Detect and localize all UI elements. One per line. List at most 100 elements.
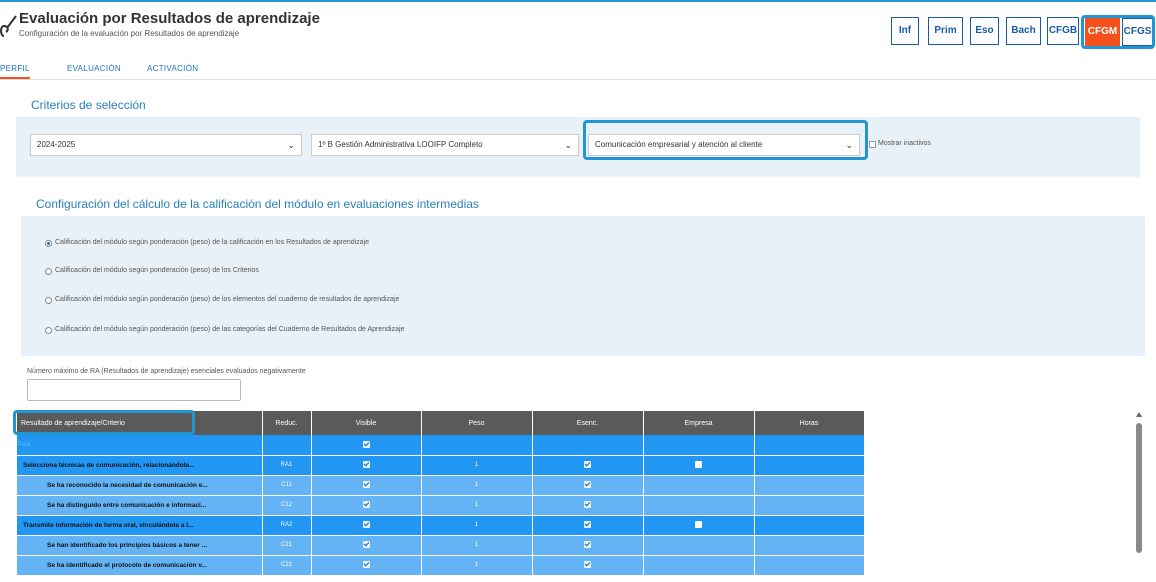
table-row[interactable]: Selecciona técnicas de comunicación, rel… <box>17 455 864 476</box>
table-row[interactable]: Se ha reconocido la necesidad de comunic… <box>17 475 864 496</box>
row-reduc: C22 <box>262 555 312 576</box>
option-ra-label: Calificación del módulo según ponderació… <box>55 239 370 246</box>
row-reduc: RA2 <box>262 515 312 536</box>
visible-cell <box>311 535 422 556</box>
esenc-checkbox[interactable] <box>584 521 591 529</box>
row-name: Se ha identificado el protocolo de comun… <box>17 555 263 576</box>
table-row[interactable]: Se ha distinguido entre comunicación e i… <box>17 495 864 516</box>
year-select[interactable]: 2024-2025 ⌄ <box>30 134 302 156</box>
stage-inf-button[interactable]: Inf <box>891 17 919 45</box>
row-horas[interactable] <box>754 515 864 536</box>
row-peso[interactable] <box>421 435 533 456</box>
row-name: Total <box>17 435 263 456</box>
group-select-value: 1º B Gestión Administrativa LOOIFP Compl… <box>318 140 483 149</box>
scroll-up-icon[interactable] <box>1136 412 1142 417</box>
esenc-checkbox[interactable] <box>584 461 591 469</box>
row-reduc <box>262 435 312 456</box>
max-negative-label: Número máximo de RA (Resultados de apren… <box>27 368 306 375</box>
header-peso[interactable]: Peso <box>421 411 533 435</box>
visible-cell <box>311 435 422 456</box>
visible-checkbox[interactable] <box>362 501 370 509</box>
visible-checkbox[interactable] <box>362 521 370 529</box>
stage-selection-highlight <box>1081 15 1155 49</box>
row-peso[interactable]: 1 <box>421 455 533 476</box>
criteria-title: Criterios de selección <box>31 98 146 112</box>
max-negative-input[interactable] <box>27 379 241 401</box>
page-subtitle: Configuración de la evaluación por Resul… <box>19 29 240 38</box>
esenc-checkbox[interactable] <box>584 501 591 509</box>
visible-cell <box>311 475 422 496</box>
chevron-down-icon: ⌄ <box>564 140 572 150</box>
option-elementos-label: Calificación del módulo según ponderació… <box>55 296 400 303</box>
visible-checkbox[interactable] <box>362 441 370 449</box>
empresa-cell <box>643 535 755 556</box>
visible-checkbox[interactable] <box>362 541 370 549</box>
row-peso[interactable]: 1 <box>421 515 533 536</box>
row-horas[interactable] <box>754 455 864 476</box>
row-horas[interactable] <box>754 435 864 456</box>
module-highlight <box>583 120 868 160</box>
tabs-divider <box>0 79 1156 80</box>
stage-cfgb-button[interactable]: CFGB <box>1047 17 1079 45</box>
esenc-cell <box>532 515 644 536</box>
empresa-checkbox[interactable] <box>695 521 702 529</box>
esenc-cell <box>532 475 644 496</box>
hook-logo-icon <box>0 15 17 37</box>
row-name: Se han identificado los principios básic… <box>17 535 263 556</box>
visible-checkbox[interactable] <box>362 561 370 569</box>
row-reduc: C12 <box>262 495 312 516</box>
esenc-checkbox[interactable] <box>584 541 591 549</box>
table-row[interactable]: Transmite información de forma oral, vin… <box>17 515 864 536</box>
option-ra-radio[interactable] <box>45 240 52 247</box>
empresa-cell <box>643 475 755 496</box>
config-panel <box>21 216 1145 356</box>
row-name: Se ha reconocido la necesidad de comunic… <box>17 475 263 496</box>
visible-checkbox[interactable] <box>362 461 370 469</box>
header-visible[interactable]: Visible <box>311 411 422 435</box>
show-inactive-checkbox[interactable] <box>869 141 876 148</box>
esenc-cell <box>532 435 644 456</box>
visible-checkbox[interactable] <box>362 481 370 489</box>
table-row[interactable]: Se ha identificado el protocolo de comun… <box>17 555 864 576</box>
option-criterios-radio[interactable] <box>45 268 52 275</box>
table-row[interactable]: Total <box>17 435 864 456</box>
row-horas[interactable] <box>754 475 864 496</box>
row-peso[interactable]: 1 <box>421 495 533 516</box>
page-title: Evaluación por Resultados de aprendizaje <box>19 10 320 27</box>
row-horas[interactable] <box>754 495 864 516</box>
empresa-cell <box>643 555 755 576</box>
table-row[interactable]: Se han identificado los principios básic… <box>17 535 864 556</box>
empresa-cell <box>643 495 755 516</box>
row-peso[interactable]: 1 <box>421 555 533 576</box>
header-esenc[interactable]: Esenc. <box>532 411 644 435</box>
scrollbar-thumb[interactable] <box>1136 423 1142 553</box>
tab-evaluacion[interactable]: EVALUACIÓN <box>67 64 121 73</box>
esenc-checkbox[interactable] <box>584 481 591 489</box>
option-elementos-radio[interactable] <box>45 297 52 304</box>
tab-activacion[interactable]: ACTIVACIÓN <box>147 64 198 73</box>
group-select[interactable]: 1º B Gestión Administrativa LOOIFP Compl… <box>311 134 579 156</box>
option-categorias-label: Calificación del módulo según ponderació… <box>55 326 405 333</box>
tab-perfil[interactable]: PERFIL <box>0 64 30 79</box>
stage-eso-button[interactable]: Eso <box>970 17 999 45</box>
header-empresa[interactable]: Empresa <box>643 411 755 435</box>
empresa-cell <box>643 515 755 536</box>
visible-cell <box>311 495 422 516</box>
row-horas[interactable] <box>754 535 864 556</box>
empresa-cell <box>643 435 755 456</box>
stage-bach-button[interactable]: Bach <box>1006 17 1041 45</box>
esenc-checkbox[interactable] <box>584 561 591 569</box>
row-name: Selecciona técnicas de comunicación, rel… <box>17 455 263 476</box>
app-header: Evaluación por Resultados de aprendizaje… <box>0 0 1156 50</box>
stage-prim-button[interactable]: Prim <box>928 17 963 45</box>
row-horas[interactable] <box>754 555 864 576</box>
row-reduc: C21 <box>262 535 312 556</box>
empresa-cell <box>643 455 755 476</box>
row-peso[interactable]: 1 <box>421 535 533 556</box>
row-reduc: C11 <box>262 475 312 496</box>
row-peso[interactable]: 1 <box>421 475 533 496</box>
empresa-checkbox[interactable] <box>695 461 702 469</box>
option-categorias-radio[interactable] <box>45 327 52 334</box>
header-horas[interactable]: Horas <box>754 411 864 435</box>
header-reduc[interactable]: Reduc. <box>262 411 312 435</box>
